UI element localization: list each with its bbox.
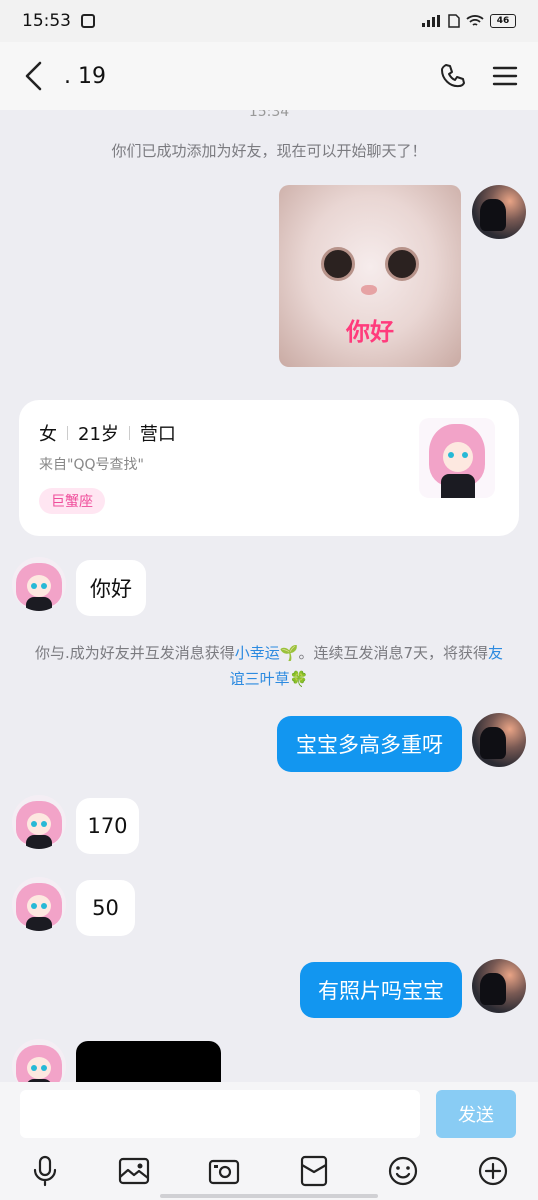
self-avatar[interactable]	[472, 185, 526, 239]
red-packet-button[interactable]	[297, 1154, 331, 1188]
message-bubble-received[interactable]: 50	[76, 880, 135, 936]
message-timestamp: 15:34	[248, 110, 290, 120]
back-button[interactable]	[18, 61, 48, 91]
profile-card[interactable]: 女 21岁 营口 来自"QQ号查找" 巨蟹座	[19, 400, 519, 536]
divider	[67, 426, 68, 440]
wifi-icon	[466, 15, 484, 26]
friendship-luck-notice: 你与.成为好友并互发消息获得小幸运🌱。连续互发消息7天，将获得友谊三叶草🍀	[30, 640, 508, 692]
self-avatar[interactable]	[472, 959, 526, 1013]
menu-icon	[492, 66, 518, 86]
camera-button[interactable]	[207, 1154, 241, 1188]
sticker-caption: 你好	[346, 318, 394, 346]
more-button[interactable]	[476, 1154, 510, 1188]
signal-icon	[422, 15, 440, 27]
chat-area[interactable]: 15:34 你们已成功添加为好友，现在可以开始聊天了！ 你好 女 21岁 营口 …	[0, 110, 538, 1082]
message-bubble-received[interactable]: 170	[76, 798, 139, 854]
chat-header: . 19	[0, 42, 538, 110]
message-bubble-sent[interactable]: 宝宝多高多重呀	[277, 716, 462, 772]
profile-gender: 女	[39, 424, 57, 445]
image-message[interactable]	[76, 1041, 221, 1082]
profile-info-row: 女 21岁 营口	[39, 420, 176, 446]
red-packet-icon	[300, 1155, 327, 1187]
chevron-left-icon	[25, 61, 42, 91]
phone-icon	[441, 64, 465, 88]
xiaoxingyun-link[interactable]: 小幸运	[235, 644, 280, 662]
cat-eye	[385, 247, 419, 281]
album-button[interactable]	[117, 1154, 151, 1188]
status-time: 15:53	[22, 11, 71, 31]
sticker-message[interactable]: 你好	[279, 185, 461, 367]
self-avatar[interactable]	[472, 713, 526, 767]
composer-toolbar	[0, 1154, 538, 1188]
zodiac-badge: 巨蟹座	[39, 488, 105, 514]
status-bar: 15:53 46	[0, 0, 538, 42]
friend-avatar[interactable]	[12, 1039, 66, 1082]
plus-icon	[479, 1156, 508, 1186]
divider	[128, 426, 130, 440]
battery-icon: 46	[490, 14, 516, 28]
profile-age: 21岁	[78, 424, 119, 445]
image-icon	[119, 1157, 150, 1185]
message-input[interactable]	[20, 1090, 420, 1138]
message-bubble-received[interactable]: 你好	[76, 560, 146, 616]
friend-avatar[interactable]	[12, 877, 66, 931]
clover-icon: 🍀	[289, 670, 309, 688]
profile-avatar[interactable]	[419, 418, 495, 498]
voice-button[interactable]	[28, 1154, 62, 1188]
media-notification-icon	[81, 14, 95, 28]
chat-title[interactable]: . 19	[64, 64, 106, 89]
message-bubble-sent[interactable]: 有照片吗宝宝	[300, 962, 462, 1018]
home-indicator[interactable]	[160, 1194, 378, 1198]
friend-avatar[interactable]	[12, 557, 66, 611]
cat-eye	[321, 247, 355, 281]
luck-notice-text: 你与.成为好友并互发消息获得	[34, 644, 235, 662]
emoji-button[interactable]	[386, 1154, 420, 1188]
sim-icon	[448, 14, 460, 28]
luck-notice-text: 。连续互发消息7天，将获得	[298, 644, 488, 662]
friend-added-notice: 你们已成功添加为好友，现在可以开始聊天了！	[111, 142, 427, 160]
composer-bar: 发送	[0, 1082, 538, 1200]
send-button[interactable]: 发送	[436, 1090, 516, 1138]
friend-avatar[interactable]	[12, 795, 66, 849]
profile-source: 来自"QQ号查找"	[39, 457, 144, 473]
call-button[interactable]	[438, 61, 468, 91]
emoji-icon	[389, 1156, 418, 1186]
camera-icon	[209, 1159, 240, 1185]
sprout-icon: 🌱	[279, 644, 299, 662]
menu-button[interactable]	[490, 61, 520, 91]
profile-city: 营口	[139, 424, 176, 445]
microphone-icon	[33, 1155, 56, 1187]
cat-nose	[361, 285, 377, 295]
